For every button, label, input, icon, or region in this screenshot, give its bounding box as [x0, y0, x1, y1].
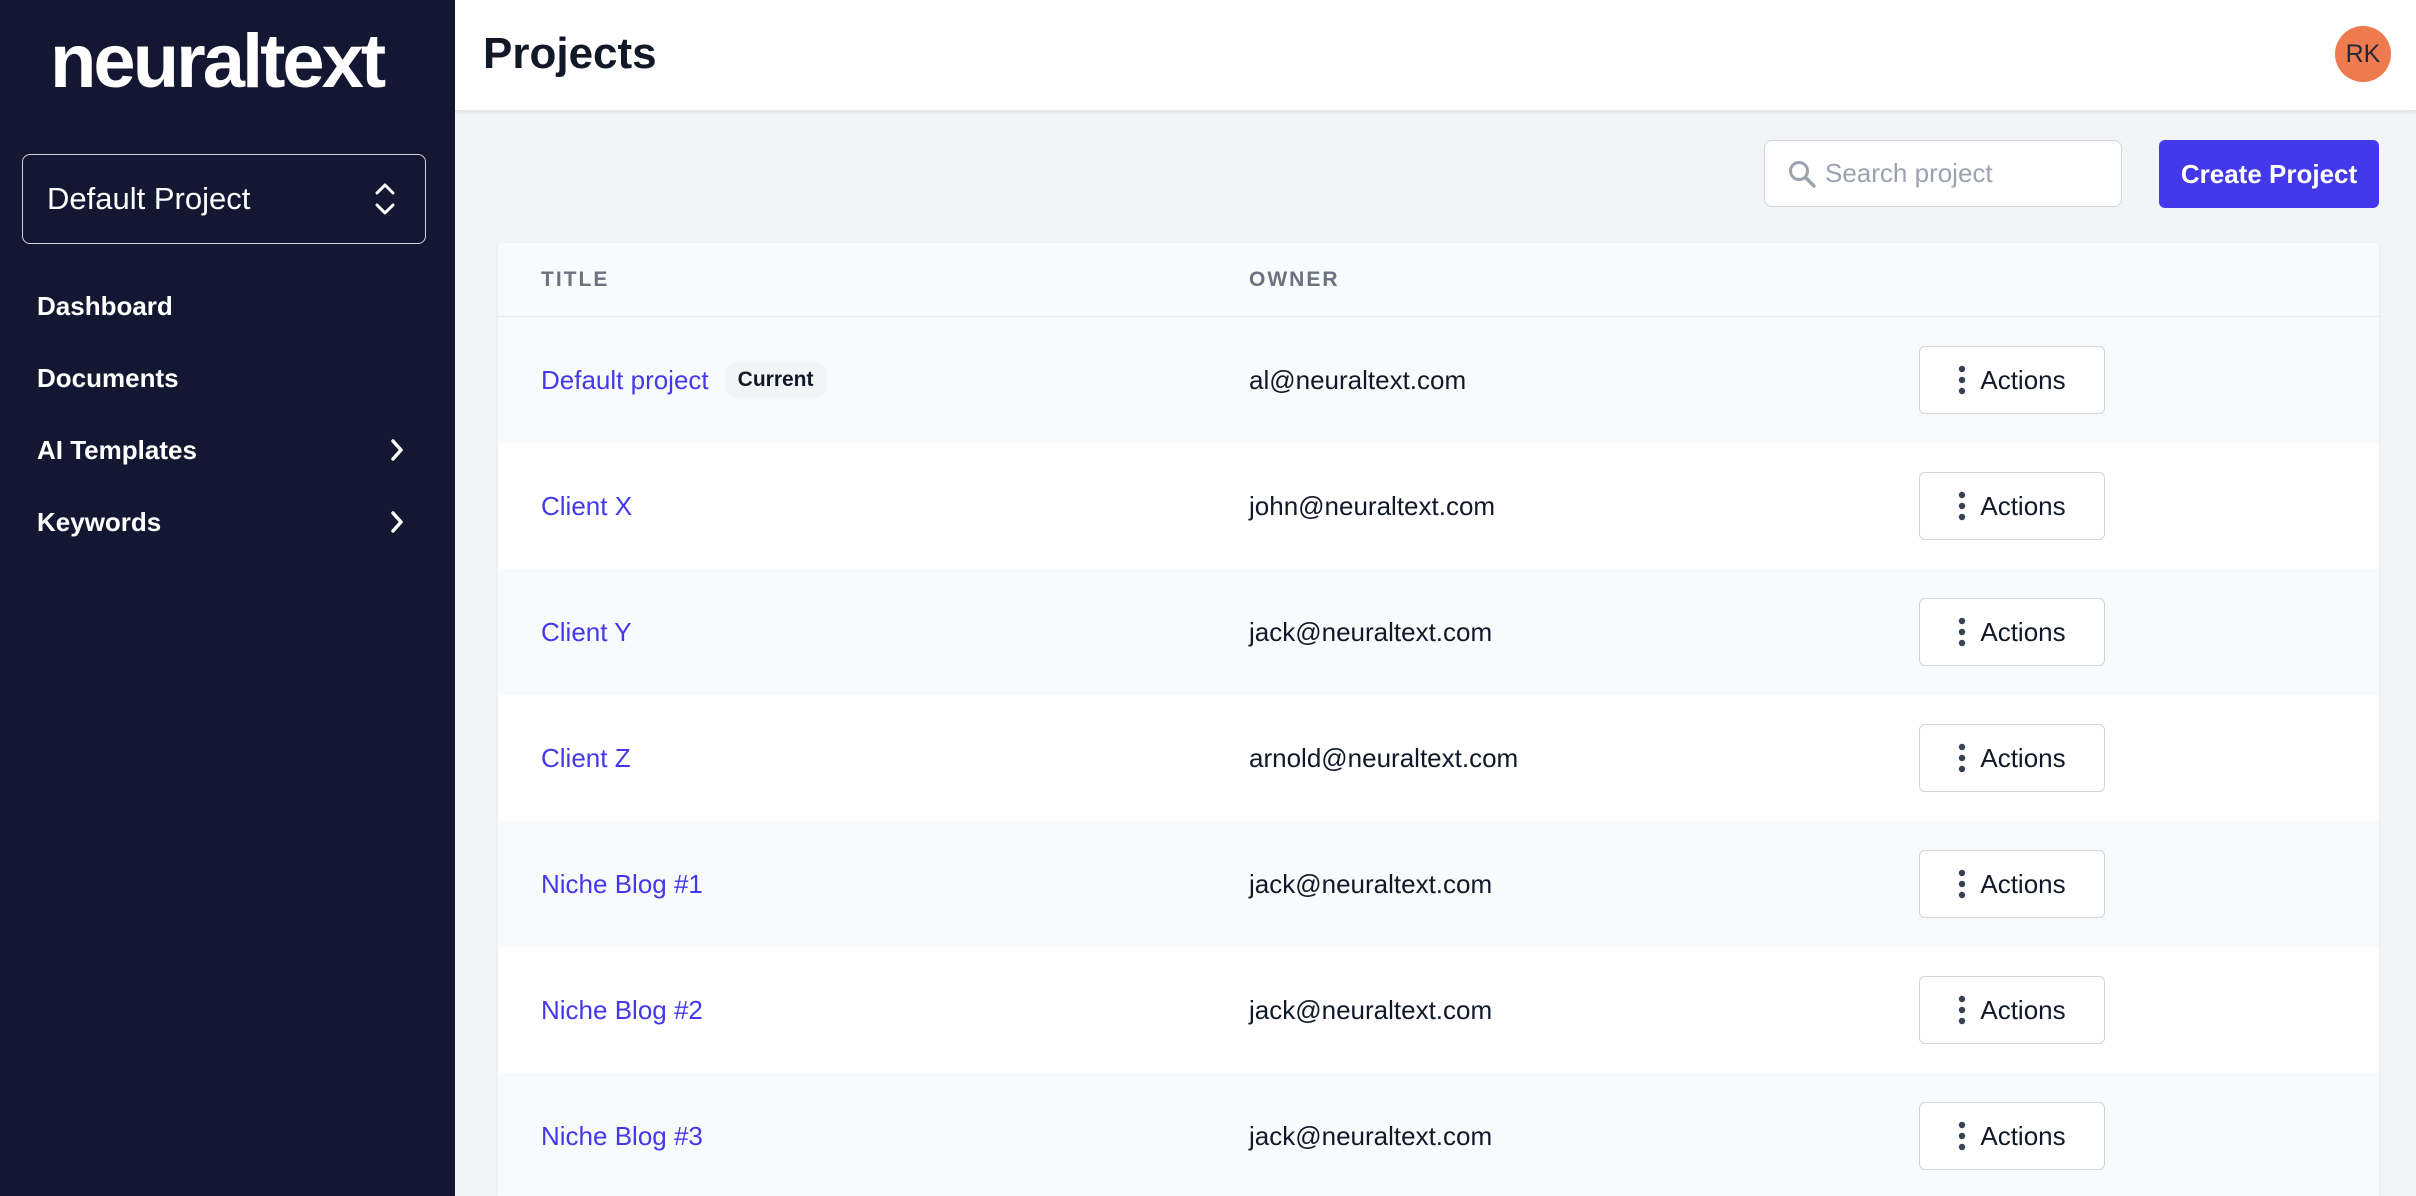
project-selector-label: Default Project: [47, 181, 251, 216]
sidebar-item-documents[interactable]: Documents: [0, 342, 455, 414]
project-title-link[interactable]: Niche Blog #2: [541, 995, 703, 1026]
cell-title: Niche Blog #1: [541, 821, 703, 947]
create-project-button[interactable]: Create Project: [2159, 140, 2379, 208]
actions-button[interactable]: Actions: [1919, 850, 2105, 918]
sidebar-item-label: Documents: [37, 362, 179, 393]
status-badge: Current: [724, 362, 827, 398]
sidebar-nav: Dashboard Documents AI Templates Keyword…: [0, 270, 455, 558]
project-title-link[interactable]: Client X: [541, 491, 632, 522]
project-title-link[interactable]: Client Z: [541, 743, 631, 774]
table-row: Niche Blog #3 jack@neuraltext.com Actions: [498, 1073, 2379, 1196]
cell-owner: jack@neuraltext.com: [1249, 868, 1493, 899]
kebab-icon: [1959, 995, 1966, 1025]
sidebar-item-label: AI Templates: [37, 434, 197, 465]
table-row: Niche Blog #1 jack@neuraltext.com Actions: [498, 821, 2379, 947]
actions-label: Actions: [1980, 742, 2066, 773]
sidebar-item-label: Keywords: [37, 506, 162, 537]
cell-title: Niche Blog #3: [541, 1073, 703, 1196]
actions-label: Actions: [1980, 868, 2066, 899]
project-title-link[interactable]: Niche Blog #3: [541, 1121, 703, 1152]
table-row: Client Z arnold@neuraltext.com Actions: [498, 695, 2379, 821]
actions-label: Actions: [1980, 364, 2066, 395]
cell-owner: al@neuraltext.com: [1249, 364, 1467, 395]
cell-owner: arnold@neuraltext.com: [1249, 742, 1519, 773]
table-body: Default project Current al@neuraltext.com A…: [498, 317, 2379, 1196]
actions-button[interactable]: Actions: [1919, 472, 2105, 540]
column-header-owner: OWNER: [1249, 268, 1340, 291]
sidebar-item-ai-templates[interactable]: AI Templates: [0, 414, 455, 486]
cell-title: Client Z: [541, 695, 631, 821]
topbar: Projects RK: [455, 0, 2416, 111]
cell-title: Client X: [541, 443, 632, 569]
app: neuraltext Default Project Dashboard Doc…: [0, 0, 2416, 1196]
cell-title: Client Y: [541, 569, 632, 695]
sidebar: neuraltext Default Project Dashboard Doc…: [0, 0, 455, 1196]
cell-owner: jack@neuraltext.com: [1249, 1120, 1493, 1151]
kebab-icon: [1959, 491, 1966, 521]
project-title-link[interactable]: Default project: [541, 365, 709, 396]
sidebar-item-keywords[interactable]: Keywords: [0, 486, 455, 558]
cell-title: Niche Blog #2: [541, 947, 703, 1073]
table-row: Client X john@neuraltext.com Actions: [498, 443, 2379, 569]
cell-title: Default project Current: [541, 317, 827, 443]
actions-button[interactable]: Actions: [1919, 346, 2105, 414]
kebab-icon: [1959, 617, 1966, 647]
kebab-icon: [1959, 1121, 1966, 1151]
chevron-right-icon: [391, 439, 403, 461]
sidebar-item-label: Dashboard: [37, 290, 173, 321]
main-content: Projects RK Create Project TITLE OWNER D…: [455, 0, 2416, 1196]
project-title-link[interactable]: Niche Blog #1: [541, 869, 703, 900]
project-selector[interactable]: Default Project: [22, 154, 426, 244]
updown-icon: [375, 183, 395, 215]
actions-label: Actions: [1980, 490, 2066, 521]
actions-button[interactable]: Actions: [1919, 724, 2105, 792]
chevron-right-icon: [391, 511, 403, 533]
cell-owner: jack@neuraltext.com: [1249, 994, 1493, 1025]
project-title-link[interactable]: Client Y: [541, 617, 632, 648]
kebab-icon: [1959, 743, 1966, 773]
table-row: Default project Current al@neuraltext.com A…: [498, 317, 2379, 443]
kebab-icon: [1959, 365, 1966, 395]
actions-label: Actions: [1980, 1120, 2066, 1151]
search-box[interactable]: [1764, 140, 2122, 207]
search-icon: [1789, 160, 1816, 188]
actions-button[interactable]: Actions: [1919, 1102, 2105, 1170]
page-title: Projects: [483, 29, 657, 78]
column-header-title: TITLE: [541, 268, 610, 291]
avatar[interactable]: RK: [2335, 26, 2391, 82]
actions-label: Actions: [1980, 994, 2066, 1025]
table-header: TITLE OWNER: [498, 243, 2379, 317]
cell-owner: john@neuraltext.com: [1249, 490, 1496, 521]
actions-label: Actions: [1980, 616, 2066, 647]
actions-button[interactable]: Actions: [1919, 976, 2105, 1044]
kebab-icon: [1959, 869, 1966, 899]
sidebar-item-dashboard[interactable]: Dashboard: [0, 270, 455, 342]
logo[interactable]: neuraltext: [50, 22, 386, 102]
actions-button[interactable]: Actions: [1919, 598, 2105, 666]
cell-owner: jack@neuraltext.com: [1249, 616, 1493, 647]
table-row: Niche Blog #2 jack@neuraltext.com Actions: [498, 947, 2379, 1073]
search-input[interactable]: [1825, 158, 2115, 189]
table-row: Client Y jack@neuraltext.com Actions: [498, 569, 2379, 695]
projects-table: TITLE OWNER Default project Current al@neu…: [498, 243, 2379, 1196]
